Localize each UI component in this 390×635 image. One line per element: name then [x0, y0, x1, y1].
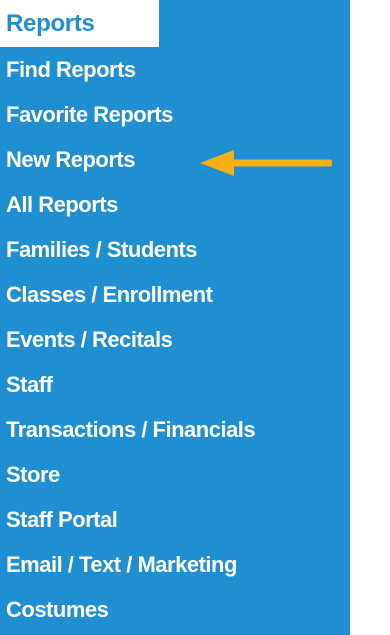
menu-item-find-reports[interactable]: Find Reports — [0, 47, 350, 92]
menu-item-staff-portal[interactable]: Staff Portal — [0, 497, 350, 542]
menu-panel: Reports Find Reports Favorite Reports Ne… — [0, 0, 350, 635]
menu-item-all-reports[interactable]: All Reports — [0, 182, 350, 227]
menu-item-staff[interactable]: Staff — [0, 362, 350, 407]
menu-item-favorite-reports[interactable]: Favorite Reports — [0, 92, 350, 137]
reports-menu: Reports Find Reports Favorite Reports Ne… — [0, 0, 390, 635]
menu-item-events-recitals[interactable]: Events / Recitals — [0, 317, 350, 362]
menu-item-transactions-financials[interactable]: Transactions / Financials — [0, 407, 350, 452]
menu-header-reports[interactable]: Reports — [0, 0, 159, 47]
menu-item-email-text-marketing[interactable]: Email / Text / Marketing — [0, 542, 350, 587]
menu-item-classes-enrollment[interactable]: Classes / Enrollment — [0, 272, 350, 317]
menu-list: Find Reports Favorite Reports New Report… — [0, 47, 350, 632]
menu-item-families-students[interactable]: Families / Students — [0, 227, 350, 272]
menu-item-store[interactable]: Store — [0, 452, 350, 497]
menu-item-costumes[interactable]: Costumes — [0, 587, 350, 632]
arrow-left-icon — [198, 149, 334, 177]
